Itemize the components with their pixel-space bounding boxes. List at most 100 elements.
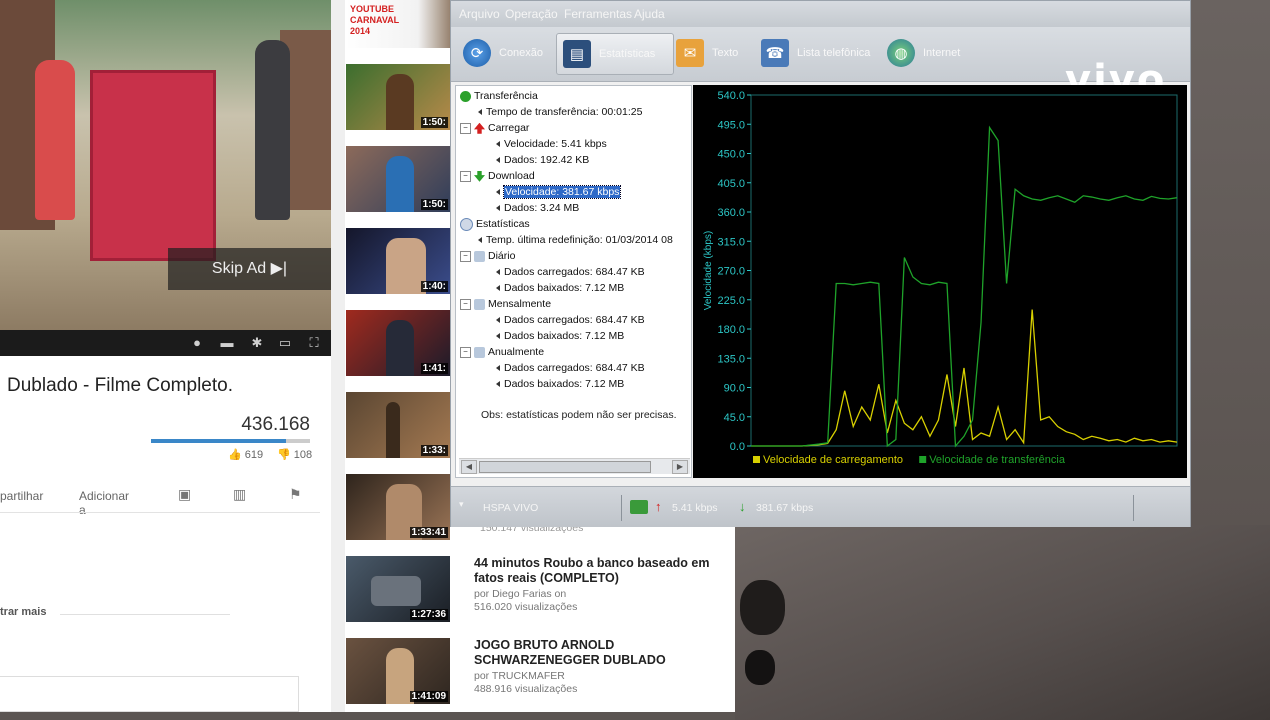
chevron-down-icon[interactable]: ▾ bbox=[459, 499, 464, 510]
comment-input[interactable] bbox=[0, 676, 299, 712]
tree-leaf[interactable]: Dados baixados: 7.12 MB bbox=[496, 281, 624, 295]
tree-node-stats[interactable]: Estatísticas bbox=[460, 217, 530, 231]
toolbar: ⟳ Conexão ▤ Estatísticas ✉ Texto ☎ Lista… bbox=[451, 27, 1190, 103]
toolbar-internet[interactable]: ◍ Internet bbox=[887, 33, 960, 73]
dislike-button[interactable]: 👎 108 bbox=[277, 448, 312, 461]
video-duration: 1:33: bbox=[420, 445, 448, 456]
fullscreen-icon[interactable]: ⛶ bbox=[307, 336, 321, 350]
thumbnail[interactable]: 1:40: bbox=[346, 228, 450, 294]
menu-ferramentas[interactable]: Ferramentas bbox=[564, 7, 632, 21]
thumbnail[interactable]: 1:33: bbox=[346, 392, 450, 458]
like-ratio-fill bbox=[151, 439, 287, 443]
tree-leaf[interactable]: Dados carregados: 684.47 KB bbox=[496, 265, 645, 279]
wall-background bbox=[1190, 0, 1270, 525]
tree-node-daily[interactable]: − Diário bbox=[460, 249, 515, 263]
collapse-icon[interactable]: − bbox=[460, 346, 471, 358]
thumbnail-image bbox=[386, 156, 414, 212]
video-duration: 1:40: bbox=[420, 281, 448, 292]
tree-node-monthly[interactable]: − Mensalmente bbox=[460, 297, 551, 311]
stats-icon[interactable]: ▥ bbox=[233, 486, 246, 503]
tree-node-transfer[interactable]: Transferência bbox=[460, 89, 538, 103]
annotations-icon[interactable]: ● bbox=[190, 336, 204, 350]
legend-label: Velocidade de carregamento bbox=[763, 454, 903, 466]
collapse-icon[interactable]: − bbox=[460, 122, 471, 134]
related-channel[interactable]: por Diego Farias on bbox=[474, 588, 724, 600]
scroll-left-icon[interactable]: ◀ bbox=[461, 460, 477, 474]
network-status: HSPA VIVO bbox=[483, 502, 539, 514]
skip-ad-button[interactable]: Skip Ad ▶| bbox=[168, 248, 331, 290]
tree-label: Dados: 3.24 MB bbox=[504, 202, 580, 214]
captions-icon[interactable]: ▬ bbox=[220, 336, 234, 350]
tree-node-upload[interactable]: − Carregar bbox=[460, 121, 529, 135]
connection-icon bbox=[630, 500, 648, 514]
tree-label: Dados carregados: 684.47 KB bbox=[504, 362, 645, 374]
tree-leaf[interactable]: Dados: 3.24 MB bbox=[496, 201, 579, 215]
tree-leaf[interactable]: Dados baixados: 7.12 MB bbox=[496, 329, 624, 343]
toolbar-texto[interactable]: ✉ Texto bbox=[676, 33, 738, 73]
flag-icon[interactable]: ⚑ bbox=[289, 486, 302, 503]
thumbnail[interactable]: 1:27:36 bbox=[346, 556, 450, 622]
collapse-icon[interactable]: − bbox=[460, 170, 471, 182]
leaf-arrow-icon bbox=[496, 157, 500, 164]
video-player[interactable]: Skip Ad ▶| bbox=[0, 0, 331, 330]
related-video-item[interactable]: 44 minutos Roubo a banco baseado em fato… bbox=[474, 556, 724, 613]
tree-leaf[interactable]: Dados: 192.42 KB bbox=[496, 153, 589, 167]
gear-icon[interactable]: ✱ bbox=[250, 336, 264, 350]
scroll-thumb[interactable] bbox=[479, 461, 651, 473]
horizontal-scrollbar[interactable]: ◀ ▶ bbox=[459, 458, 690, 474]
video-title: Dublado - Filme Completo. bbox=[7, 375, 233, 396]
plot-frame bbox=[750, 94, 1178, 447]
tree-label: Dados baixados: 7.12 MB bbox=[504, 282, 625, 294]
tree-leaf-selected[interactable]: Velocidade: 381.67 kbps bbox=[496, 185, 622, 199]
thumbnail[interactable]: 1:41:09 bbox=[346, 638, 450, 704]
video-scene bbox=[255, 40, 290, 220]
toolbar-conexao[interactable]: ⟳ Conexão bbox=[463, 33, 543, 73]
thumbnail-image bbox=[386, 74, 414, 130]
tree-leaf[interactable]: Dados baixados: 7.12 MB bbox=[496, 377, 624, 391]
y-tick-label: 90.0 bbox=[724, 383, 745, 395]
collapse-icon[interactable]: − bbox=[460, 298, 471, 310]
toolbar-label: Texto bbox=[712, 47, 739, 59]
show-more-link[interactable]: trar mais bbox=[0, 606, 46, 618]
video-scene bbox=[35, 60, 75, 220]
tree-node-download[interactable]: − Download bbox=[460, 169, 535, 183]
thumbnail[interactable]: 1:50: bbox=[346, 146, 450, 212]
thumbnail[interactable]: 1:50: bbox=[346, 64, 450, 130]
tree-label: Dados baixados: 7.12 MB bbox=[504, 330, 625, 342]
toolbar-lista-telefonica[interactable]: ☎ Lista telefônica bbox=[761, 33, 870, 73]
transcript-icon[interactable]: ▣ bbox=[178, 486, 191, 503]
related-channel[interactable]: por TRUCKMAFER bbox=[474, 670, 714, 682]
folder-icon bbox=[474, 250, 485, 262]
related-video-item[interactable]: JOGO BRUTO ARNOLD SCHWARZENEGGER DUBLADO… bbox=[474, 638, 714, 695]
video-duration: 1:41:09 bbox=[409, 691, 448, 702]
y-tick-label: 180.0 bbox=[717, 324, 745, 336]
share-button[interactable]: partilhar bbox=[0, 489, 43, 503]
thumbnail[interactable]: 1:41: bbox=[346, 310, 450, 376]
tree-leaf[interactable]: Temp. última redefinição: 01/03/2014 08 bbox=[478, 233, 673, 247]
series-line bbox=[751, 125, 1178, 448]
menu-operacao[interactable]: Operação bbox=[505, 7, 558, 21]
tree-leaf[interactable]: Velocidade: 5.41 kbps bbox=[496, 137, 607, 151]
collapse-icon[interactable]: − bbox=[460, 250, 471, 262]
toolbar-label: Estatísticas bbox=[599, 48, 656, 60]
thumbnail[interactable]: 1:33:41 bbox=[346, 474, 450, 540]
dislike-count: 108 bbox=[293, 449, 313, 461]
like-button[interactable]: 👍 619 bbox=[228, 448, 263, 461]
menu-arquivo[interactable]: Arquivo bbox=[459, 7, 500, 21]
related-title[interactable]: JOGO BRUTO ARNOLD SCHWARZENEGGER DUBLADO bbox=[474, 638, 714, 668]
tree-label: Dados baixados: 7.12 MB bbox=[504, 378, 625, 390]
theater-mode-icon[interactable]: ▭ bbox=[278, 336, 292, 350]
tree-node-yearly[interactable]: − Anualmente bbox=[460, 345, 544, 359]
leaf-arrow-icon bbox=[496, 381, 500, 388]
menu-ajuda[interactable]: Ajuda bbox=[634, 7, 665, 21]
tree-leaf[interactable]: Tempo de transferência: 00:01:25 bbox=[478, 105, 642, 119]
speed-chart: 540.0 495.0 450.0 405.0 360.0 315.0 270.0 225.0… bbox=[703, 90, 1178, 466]
scroll-right-icon[interactable]: ▶ bbox=[672, 460, 688, 474]
modem-app-window: Arquivo Operação Ferramentas Ajuda ⟳ Con… bbox=[450, 0, 1191, 527]
thumbnail[interactable]: YOUTUBE CARNAVAL 2014 bbox=[346, 0, 466, 48]
toolbar-estatisticas[interactable]: ▤ Estatísticas bbox=[556, 33, 674, 75]
tree-label: Transferência bbox=[474, 90, 538, 102]
tree-leaf[interactable]: Dados carregados: 684.47 KB bbox=[496, 313, 645, 327]
related-title[interactable]: 44 minutos Roubo a banco baseado em fato… bbox=[474, 556, 724, 586]
tree-leaf[interactable]: Dados carregados: 684.47 KB bbox=[496, 361, 645, 375]
